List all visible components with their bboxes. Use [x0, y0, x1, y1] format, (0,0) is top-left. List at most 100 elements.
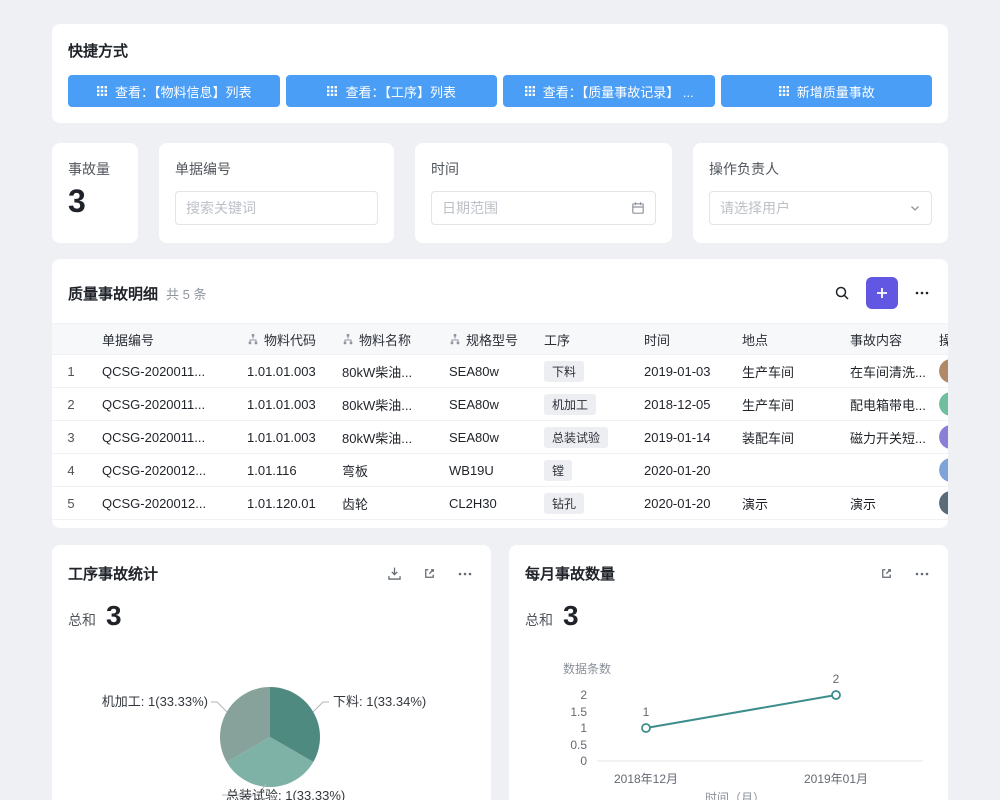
ellipsis-icon — [457, 566, 473, 582]
expand-button[interactable] — [420, 564, 439, 583]
more-actions-button[interactable] — [912, 283, 932, 303]
pie-label-xialiao: 下料: 1(33.34%) — [333, 694, 426, 709]
avatar — [939, 491, 948, 515]
view-process-list-button[interactable]: 查看：【工序】列表 — [286, 75, 498, 107]
y-tick: 1 — [580, 721, 587, 735]
button-label: 查看：【物料信息】列表 — [115, 82, 252, 101]
table-row[interactable]: 3 QCSG-2020011... 1.01.01.003 80kW柴油... … — [52, 421, 948, 454]
cell-time: 2019-01-14 — [632, 421, 730, 454]
charts-row: 工序事故统计 总和 3 — [52, 545, 948, 800]
process-tag: 钻孔 — [544, 493, 584, 514]
avatar — [939, 458, 948, 482]
data-point-dec2018[interactable] — [642, 724, 650, 732]
grid-icon — [96, 85, 108, 97]
y-tick: 1.5 — [570, 705, 587, 719]
filter-row: 事故量 3 单据编号 时间 操作负责人 — [52, 143, 948, 243]
data-line — [646, 695, 836, 728]
col-content: 事故内容 — [838, 324, 935, 355]
more-button[interactable] — [455, 564, 475, 584]
table-row[interactable]: 5 QCSG-2020012... 1.01.120.01 齿轮 CL2H30 … — [52, 487, 948, 520]
cell-content: 磁力开关短... — [838, 421, 935, 454]
table-row[interactable]: 1 QCSG-2020011... 1.01.01.003 80kW柴油... … — [52, 355, 948, 388]
data-label: 2 — [833, 672, 840, 686]
pie-total-label: 总和 — [68, 610, 96, 630]
quality-accident-table: 单据编号 物料代码 物料名称 规格型号 工序 时间 地点 事故内容 操作 1 Q… — [52, 323, 948, 520]
data-point-jan2019[interactable] — [832, 691, 840, 699]
calendar-icon — [631, 201, 645, 215]
pie-label-line — [211, 702, 227, 712]
cell-place: 生产车间 — [730, 355, 838, 388]
cell-operator — [935, 388, 948, 421]
pie-total-row: 总和 3 — [68, 600, 475, 636]
cell-place: 生产车间 — [730, 388, 838, 421]
external-link-icon — [879, 566, 894, 581]
cell-operator — [935, 355, 948, 388]
expand-button[interactable] — [877, 564, 896, 583]
search-icon — [834, 285, 850, 301]
button-label: 新增质量事故 — [797, 82, 875, 101]
shortcuts-card: 快捷方式 查看：【物料信息】列表 查看：【工序】列表 查看：【质量事故记录】 .… — [52, 24, 948, 123]
cell-time: 2020-01-20 — [632, 487, 730, 520]
cell-doc-number: QCSG-2020011... — [90, 421, 235, 454]
date-range-input-box — [431, 191, 656, 225]
cell-material-code: 1.01.120.01 — [235, 487, 330, 520]
cell-material-name: 80kW柴油... — [330, 421, 437, 454]
shortcuts-title: 快捷方式 — [68, 40, 932, 61]
date-range-input[interactable] — [442, 200, 623, 216]
col-time: 时间 — [632, 324, 730, 355]
doc-number-search-input[interactable] — [186, 200, 367, 216]
operator-select-input[interactable] — [720, 200, 901, 216]
line-chart: 数据条数 2 1.5 1 0.5 0 1 2 2018年12月 2019年01月… — [525, 657, 933, 800]
accident-count-value: 3 — [68, 183, 122, 220]
button-label: 查看：【工序】列表 — [345, 82, 456, 101]
monthly-accident-count-card: 每月事故数量 总和 3 数据条数 2 1.5 1 0.5 — [509, 545, 948, 800]
cell-index: 3 — [52, 421, 90, 454]
cell-time: 2020-01-20 — [632, 454, 730, 487]
cell-spec-model: SEA80w — [437, 421, 532, 454]
cell-material-code: 1.01.01.003 — [235, 421, 330, 454]
col-process: 工序 — [532, 324, 632, 355]
data-label: 1 — [643, 705, 650, 719]
doc-number-input-box — [175, 191, 378, 225]
cell-process: 下料 — [532, 355, 632, 388]
pie-label-line — [313, 702, 329, 712]
more-button[interactable] — [912, 564, 932, 584]
cell-index: 5 — [52, 487, 90, 520]
line-card-actions — [877, 564, 932, 584]
col-material-name: 物料名称 — [330, 324, 437, 355]
cell-process: 镗 — [532, 454, 632, 487]
doc-number-label: 单据编号 — [175, 159, 378, 179]
hierarchy-icon — [247, 333, 259, 345]
y-tick: 2 — [580, 688, 587, 702]
view-material-info-list-button[interactable]: 查看：【物料信息】列表 — [68, 75, 280, 107]
cell-index: 2 — [52, 388, 90, 421]
table-row[interactable]: 4 QCSG-2020012... 1.01.116 弯板 WB19U 镗 20… — [52, 454, 948, 487]
add-record-button[interactable] — [866, 277, 898, 309]
line-total-value: 3 — [563, 600, 579, 632]
view-quality-accident-records-button[interactable]: 查看：【质量事故记录】 ... — [503, 75, 715, 107]
pie-chart-title: 工序事故统计 — [68, 563, 158, 584]
doc-number-filter-card: 单据编号 — [159, 143, 394, 243]
pie-chart: 下料: 1(33.34%) 机加工: 1(33.33%) 总装试验: 1(33.… — [68, 652, 474, 800]
add-quality-accident-button[interactable]: 新增质量事故 — [721, 75, 933, 107]
search-button[interactable] — [832, 283, 852, 303]
operator-select[interactable] — [709, 191, 932, 225]
col-doc-number: 单据编号 — [90, 324, 235, 355]
download-button[interactable] — [385, 564, 404, 583]
cell-material-name: 80kW柴油... — [330, 388, 437, 421]
line-total-row: 总和 3 — [525, 600, 932, 636]
table-row[interactable]: 2 QCSG-2020011... 1.01.01.003 80kW柴油... … — [52, 388, 948, 421]
y-tick: 0.5 — [570, 738, 587, 752]
cell-process: 总装试验 — [532, 421, 632, 454]
operator-label: 操作负责人 — [709, 159, 932, 179]
accident-count-label: 事故量 — [68, 159, 122, 179]
cell-place: 演示 — [730, 487, 838, 520]
pie-total-value: 3 — [106, 600, 122, 632]
table-card-header: 质量事故明细 共 5 条 — [52, 277, 948, 309]
download-icon — [387, 566, 402, 581]
col-operator: 操作 — [935, 324, 948, 355]
grid-icon — [778, 85, 790, 97]
cell-material-name: 弯板 — [330, 454, 437, 487]
cell-operator — [935, 421, 948, 454]
pie-card-header: 工序事故统计 — [68, 563, 475, 584]
